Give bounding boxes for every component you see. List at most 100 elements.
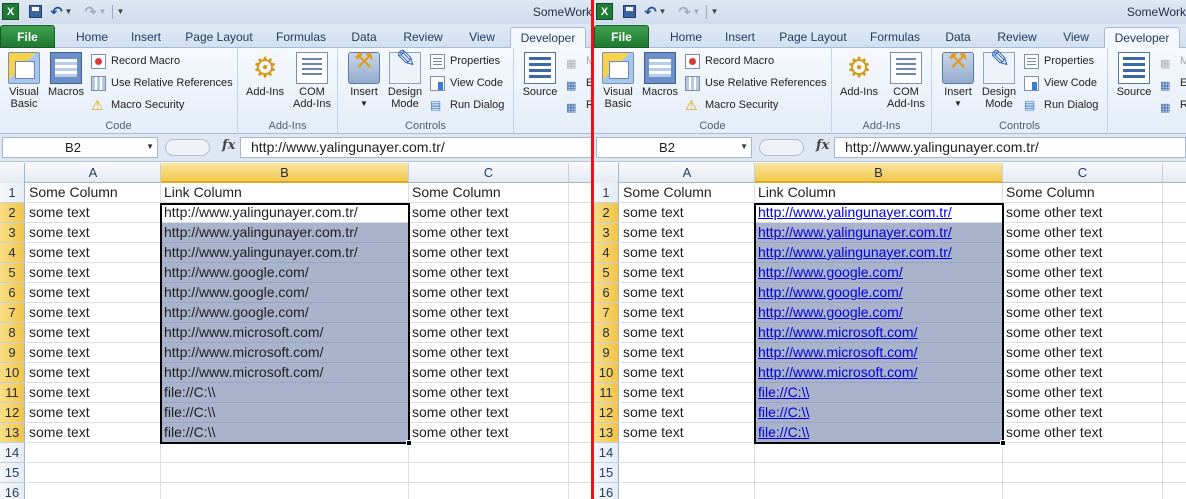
cell-a8[interactable]: some text: [26, 323, 161, 343]
cell-a12[interactable]: some text: [26, 403, 161, 423]
cell-c6[interactable]: some other text: [409, 283, 569, 303]
row-header[interactable]: 14: [0, 443, 25, 463]
cell-filler[interactable]: [1163, 203, 1186, 223]
properties-button[interactable]: Properties: [430, 51, 500, 71]
visual-basic-button[interactable]: Visual Basic: [2, 52, 46, 110]
undo-dropdown-icon[interactable]: ▼: [64, 3, 73, 20]
cell-b9[interactable]: http://www.microsoft.com/: [161, 343, 409, 363]
cell-filler[interactable]: [1163, 263, 1186, 283]
insert-control-button[interactable]: Insert ▼: [344, 52, 384, 110]
cell-b10[interactable]: http://www.microsoft.com/: [161, 363, 409, 383]
cell-filler[interactable]: [1163, 183, 1186, 203]
cell-filler[interactable]: [569, 403, 592, 423]
cell-c13[interactable]: some other text: [1003, 423, 1163, 443]
cell-filler[interactable]: [1163, 403, 1186, 423]
redo-icon[interactable]: ↷: [676, 3, 693, 21]
cell-filler[interactable]: [1163, 463, 1186, 483]
cell-c15[interactable]: [1003, 463, 1163, 483]
cell-a16[interactable]: [620, 483, 755, 499]
row-header[interactable]: 10: [0, 363, 25, 383]
cell-a13[interactable]: some text: [620, 423, 755, 443]
formula-bar-handle[interactable]: [759, 139, 804, 156]
cell-b2[interactable]: http://www.yalingunayer.com.tr/: [755, 203, 1003, 223]
row-header[interactable]: 8: [594, 323, 619, 343]
cell-a3[interactable]: some text: [26, 223, 161, 243]
insert-control-button[interactable]: Insert ▼: [938, 52, 978, 110]
column-header-c[interactable]: C: [1003, 163, 1163, 183]
cell-filler[interactable]: [569, 323, 592, 343]
cell-b7[interactable]: http://www.google.com/: [161, 303, 409, 323]
row-header[interactable]: 4: [594, 243, 619, 263]
insert-function-icon[interactable]: fx: [816, 138, 829, 153]
cell-b15[interactable]: [161, 463, 409, 483]
cell-a12[interactable]: some text: [620, 403, 755, 423]
row-header[interactable]: 12: [594, 403, 619, 423]
cell-c16[interactable]: [409, 483, 569, 499]
save-icon[interactable]: [27, 3, 44, 20]
record-macro-button[interactable]: Record Macro: [91, 51, 180, 71]
cell-b1[interactable]: Link Column: [755, 183, 1003, 203]
cell-b12[interactable]: file://C:\\: [161, 403, 409, 423]
excel-app-icon[interactable]: X: [596, 3, 613, 20]
tab-view[interactable]: View: [460, 27, 504, 48]
cell-b3[interactable]: http://www.yalingunayer.com.tr/: [755, 223, 1003, 243]
row-header[interactable]: 11: [0, 383, 25, 403]
row-header[interactable]: 16: [594, 483, 619, 499]
xml-map-button[interactable]: ▦ M: [1160, 51, 1186, 71]
cell-b4[interactable]: http://www.yalingunayer.com.tr/: [755, 243, 1003, 263]
cell-a9[interactable]: some text: [620, 343, 755, 363]
chevron-down-icon[interactable]: ▼: [146, 142, 154, 151]
cell-filler[interactable]: [1163, 283, 1186, 303]
row-header[interactable]: 6: [0, 283, 25, 303]
cell-filler[interactable]: [569, 223, 592, 243]
cell-c11[interactable]: some other text: [1003, 383, 1163, 403]
chevron-down-icon[interactable]: ▼: [740, 142, 748, 151]
cell-b14[interactable]: [161, 443, 409, 463]
cell-b8[interactable]: http://www.microsoft.com/: [161, 323, 409, 343]
undo-icon[interactable]: ↶: [642, 3, 659, 21]
cell-a8[interactable]: some text: [620, 323, 755, 343]
cell-a6[interactable]: some text: [620, 283, 755, 303]
run-dialog-button[interactable]: ▤ Run Dialog: [1024, 95, 1098, 115]
tab-data[interactable]: Data: [342, 27, 386, 48]
cell-c9[interactable]: some other text: [409, 343, 569, 363]
xml-map-button[interactable]: ▦ M: [566, 51, 592, 71]
cell-filler[interactable]: [1163, 423, 1186, 443]
cell-filler[interactable]: [1163, 363, 1186, 383]
cell-a6[interactable]: some text: [26, 283, 161, 303]
cell-c12[interactable]: some other text: [409, 403, 569, 423]
cell-c6[interactable]: some other text: [1003, 283, 1163, 303]
row-header[interactable]: 9: [0, 343, 25, 363]
cell-filler[interactable]: [569, 283, 592, 303]
cell-c2[interactable]: some other text: [409, 203, 569, 223]
cell-b12[interactable]: file://C:\\: [755, 403, 1003, 423]
cell-a15[interactable]: [26, 463, 161, 483]
cell-c10[interactable]: some other text: [1003, 363, 1163, 383]
formula-input[interactable]: http://www.yalingunayer.com.tr/: [834, 137, 1186, 158]
row-header[interactable]: 1: [594, 183, 619, 203]
cell-filler[interactable]: [569, 183, 592, 203]
relative-references-button[interactable]: Use Relative References: [91, 73, 233, 93]
fill-handle[interactable]: [1000, 440, 1006, 446]
xml-refresh-button[interactable]: ▦ R: [566, 95, 592, 115]
cell-c5[interactable]: some other text: [1003, 263, 1163, 283]
cell-filler[interactable]: [1163, 483, 1186, 499]
cell-filler[interactable]: [569, 203, 592, 223]
row-header[interactable]: 11: [594, 383, 619, 403]
tab-page-layout[interactable]: Page Layout: [180, 27, 258, 48]
tab-home[interactable]: Home: [66, 27, 118, 48]
row-header[interactable]: 3: [594, 223, 619, 243]
cell-a5[interactable]: some text: [620, 263, 755, 283]
add-ins-button[interactable]: ⚙ Add-Ins: [836, 52, 882, 98]
tab-formulas[interactable]: Formulas: [268, 27, 334, 48]
cell-a13[interactable]: some text: [26, 423, 161, 443]
column-header-b[interactable]: B: [755, 163, 1003, 183]
row-header[interactable]: 15: [0, 463, 25, 483]
cell-b11[interactable]: file://C:\\: [161, 383, 409, 403]
cell-b11[interactable]: file://C:\\: [755, 383, 1003, 403]
cell-b6[interactable]: http://www.google.com/: [755, 283, 1003, 303]
cell-b5[interactable]: http://www.google.com/: [755, 263, 1003, 283]
select-all-button[interactable]: [0, 163, 25, 183]
tab-page-layout[interactable]: Page Layout: [774, 27, 852, 48]
cell-filler[interactable]: [569, 343, 592, 363]
